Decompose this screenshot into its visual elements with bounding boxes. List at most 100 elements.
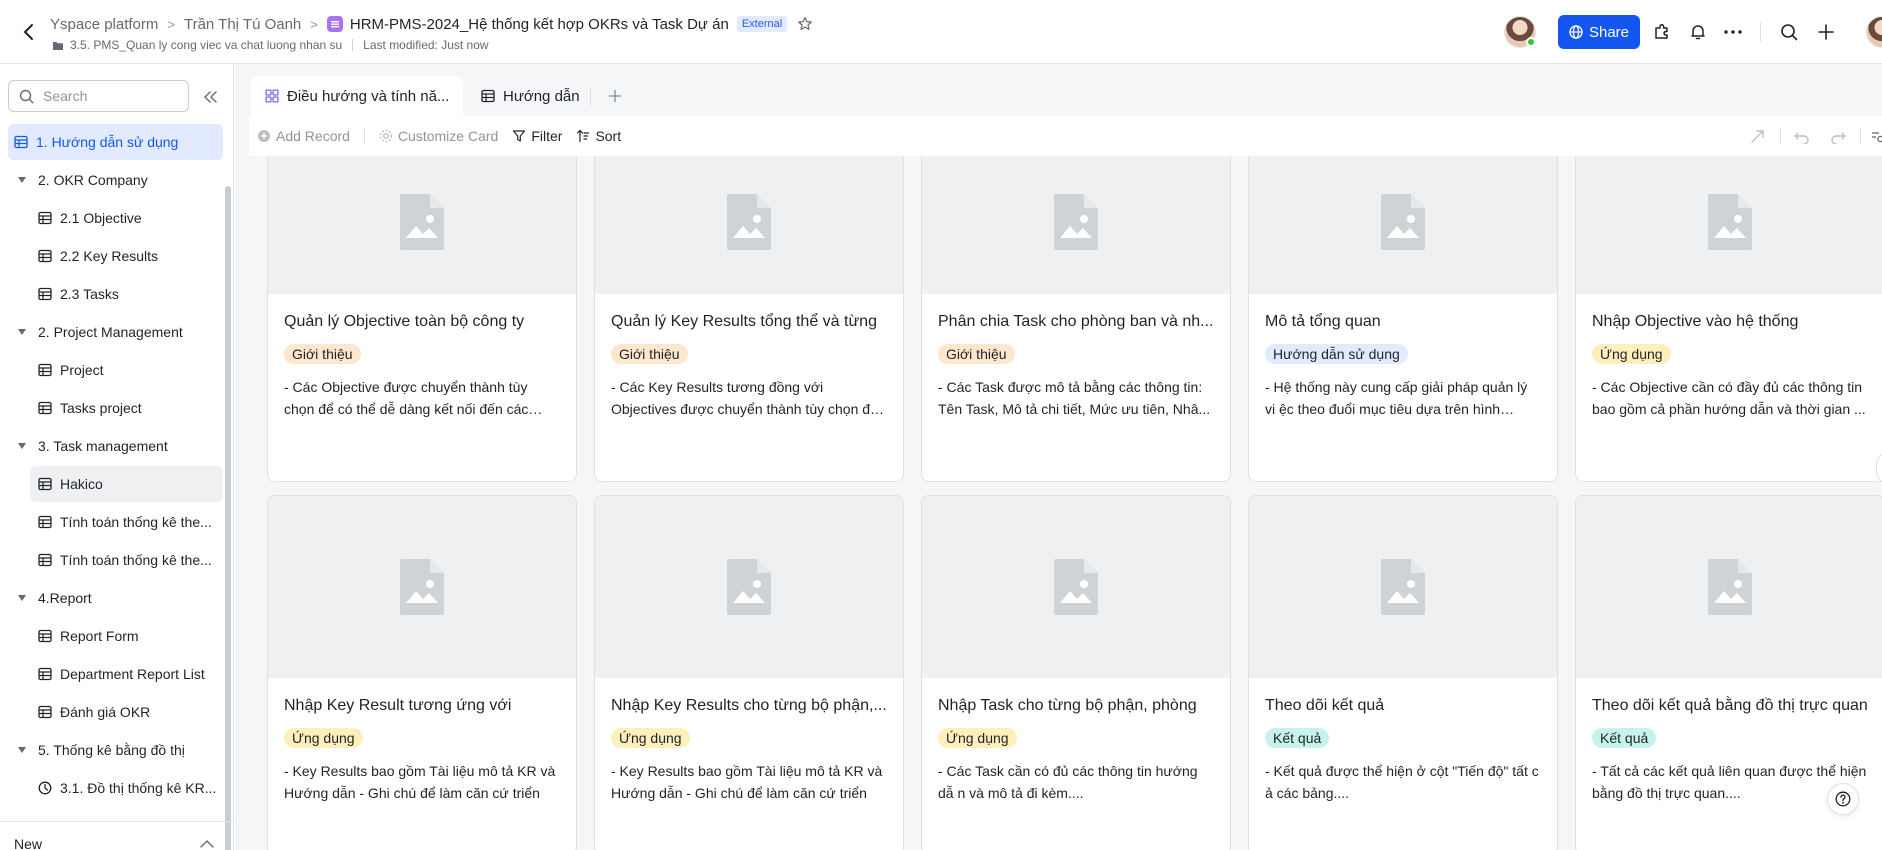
sidebar-folder-project-management[interactable]: 2. Project Management bbox=[8, 314, 223, 350]
card-cover bbox=[268, 156, 576, 294]
sidebar-item-label: Project bbox=[60, 362, 104, 378]
add-record-button[interactable]: Add Record bbox=[257, 128, 350, 144]
question-icon bbox=[1835, 791, 1851, 807]
sidebar-item-thong-ke-2[interactable]: Tính toán thống kê the... bbox=[8, 542, 223, 578]
record-card[interactable]: Phân chia Task cho phòng ban và nh... Gi… bbox=[921, 156, 1231, 482]
undo-icon[interactable] bbox=[1793, 128, 1811, 146]
doc-title-text: HRM-PMS-2024_Hệ thống kết hợp OKRs và Ta… bbox=[349, 15, 729, 33]
more-icon[interactable] bbox=[1721, 20, 1745, 44]
caret-down-icon[interactable] bbox=[16, 440, 28, 452]
caret-down-icon[interactable] bbox=[16, 174, 28, 186]
sidebar-folder-thong-ke-do-thi[interactable]: 5. Thống kê bằng đồ thị bbox=[8, 732, 223, 768]
sidebar-item-key-results[interactable]: 2.2 Key Results bbox=[8, 238, 223, 274]
card-cover bbox=[922, 496, 1230, 678]
add-view-button[interactable] bbox=[605, 86, 625, 106]
star-icon[interactable] bbox=[797, 16, 813, 32]
doc-title[interactable]: HRM-PMS-2024_Hệ thống kết hợp OKRs và Ta… bbox=[326, 15, 729, 33]
sidebar-item-thong-ke-1[interactable]: Tính toán thống kê the... bbox=[8, 504, 223, 540]
redo-icon[interactable] bbox=[1829, 128, 1847, 146]
plus-icon bbox=[609, 90, 621, 102]
search-input[interactable]: Search bbox=[8, 80, 189, 112]
sidebar-item-tasks[interactable]: 2.3 Tasks bbox=[8, 276, 223, 312]
record-card[interactable]: Theo dõi kết quả Kết quả - Kết quả được … bbox=[1248, 495, 1558, 850]
card-title: Mô tả tổng quan bbox=[1265, 313, 1381, 330]
search-records-icon[interactable] bbox=[1869, 128, 1882, 146]
customize-card-label: Customize Card bbox=[397, 128, 499, 144]
sidebar-item-tasks-project[interactable]: Tasks project bbox=[8, 390, 223, 426]
caret-down-icon[interactable] bbox=[16, 326, 28, 338]
divider bbox=[1860, 128, 1861, 144]
card-description: - Key Results bao gồm Tài liệu mô tả KR … bbox=[284, 763, 556, 801]
customize-card-button[interactable]: Customize Card bbox=[379, 128, 498, 144]
image-placeholder-icon bbox=[727, 193, 771, 250]
caret-down-icon[interactable] bbox=[16, 592, 28, 604]
divider bbox=[363, 128, 365, 144]
folder-path[interactable]: 3.5. PMS_Quan ly cong viec va chat luong… bbox=[70, 38, 342, 52]
bell-icon[interactable] bbox=[1686, 20, 1710, 44]
record-card[interactable]: Quản lý Key Results tổng thể và từng Giớ… bbox=[594, 156, 904, 482]
record-card[interactable]: Nhập Key Result tương ứng với Ứng dụng -… bbox=[267, 495, 577, 850]
sidebar-item-label: Tính toán thống kê the... bbox=[60, 552, 212, 568]
filter-button[interactable]: Filter bbox=[512, 128, 562, 144]
new-section-toggle[interactable]: New bbox=[14, 834, 214, 850]
breadcrumb-item[interactable]: Trần Thị Tú Oanh bbox=[184, 16, 301, 33]
tab-huong-dan[interactable]: Hướng dẫn bbox=[467, 76, 594, 116]
sidebar-item-hakico[interactable]: Hakico bbox=[30, 466, 223, 502]
card-description: - Các Key Results tương đồng với Objecti… bbox=[611, 379, 878, 417]
sidebar-item-department-report[interactable]: Department Report List bbox=[8, 656, 223, 692]
sidebar-item-objective[interactable]: 2.1 Objective bbox=[8, 200, 223, 236]
search-icon[interactable] bbox=[1777, 20, 1801, 44]
online-indicator bbox=[1526, 37, 1536, 47]
card-tag: Ứng dụng bbox=[938, 728, 1017, 748]
card-description: - Các Objective được chuyển thành tùy ch… bbox=[284, 379, 529, 417]
image-placeholder-icon bbox=[1381, 193, 1425, 250]
user-avatar[interactable] bbox=[1866, 16, 1882, 48]
tab-gallery-view[interactable]: Điều hướng và tính nă... bbox=[251, 76, 464, 116]
sidebar-item-danh-gia-okr[interactable]: Đánh giá OKR bbox=[8, 694, 223, 730]
sidebar-item-report-form[interactable]: Report Form bbox=[8, 618, 223, 654]
sidebar-item-do-thi-kr[interactable]: 3.1. Đồ thị thống kê KR... bbox=[8, 770, 223, 806]
help-button[interactable] bbox=[1827, 783, 1859, 815]
image-placeholder-icon bbox=[1381, 559, 1425, 615]
card-description: - Kết quả được thể hiện ở cột "Tiến độ" … bbox=[1265, 763, 1539, 801]
add-record-label: Add Record bbox=[276, 128, 350, 144]
sidebar-item-huong-dan[interactable]: 1. Hướng dẫn sử dụng bbox=[8, 124, 223, 160]
image-placeholder-icon bbox=[1054, 193, 1098, 250]
table-icon bbox=[38, 287, 52, 301]
sidebar-item-label: 2. Project Management bbox=[38, 324, 183, 340]
collaborator-avatar[interactable] bbox=[1504, 16, 1536, 48]
base-doc-icon bbox=[326, 16, 343, 32]
collapse-sidebar-icon[interactable] bbox=[202, 88, 220, 106]
new-label: New bbox=[14, 836, 43, 850]
sidebar-scrollbar[interactable] bbox=[225, 186, 231, 850]
back-button[interactable] bbox=[14, 18, 42, 46]
table-icon bbox=[38, 553, 52, 567]
record-card[interactable]: Quản lý Objective toàn bộ công ty Giới t… bbox=[267, 156, 577, 482]
share-button[interactable]: Share bbox=[1558, 15, 1640, 49]
sidebar-item-project[interactable]: Project bbox=[8, 352, 223, 388]
image-placeholder-icon bbox=[727, 559, 771, 615]
doc-meta: 3.5. PMS_Quan ly cong viec va chat luong… bbox=[52, 38, 489, 52]
breadcrumb-item[interactable]: Yspace platform bbox=[50, 16, 158, 33]
sidebar-folder-report[interactable]: 4.Report bbox=[8, 580, 223, 616]
image-placeholder-icon bbox=[400, 193, 444, 250]
card-cover bbox=[922, 156, 1230, 294]
chevron-right-icon: > bbox=[167, 16, 175, 32]
table-icon bbox=[38, 401, 52, 415]
globe-icon bbox=[1569, 25, 1583, 39]
sidebar-item-label: 5. Thống kê bằng đồ thị bbox=[38, 742, 185, 758]
card-description: - Các Task được mô tả bằng các thông tin… bbox=[938, 379, 1211, 417]
record-card[interactable]: Nhập Task cho từng bộ phận, phòng Ứng dụ… bbox=[921, 495, 1231, 850]
record-card[interactable]: Nhập Key Results cho từng bộ phận,... Ứn… bbox=[594, 495, 904, 850]
share-view-icon[interactable] bbox=[1749, 128, 1767, 146]
sort-button[interactable]: Sort bbox=[576, 128, 621, 144]
sidebar-folder-okr-company[interactable]: 2. OKR Company bbox=[8, 162, 223, 198]
record-card[interactable]: Nhập Objective vào hệ thống Ứng dụng - C… bbox=[1575, 156, 1882, 482]
sidebar-folder-task-management[interactable]: 3. Task management bbox=[8, 428, 223, 464]
record-card[interactable]: Mô tả tổng quan Hướng dẫn sử dụng - Hệ t… bbox=[1248, 156, 1558, 482]
plugin-icon[interactable] bbox=[1650, 20, 1674, 44]
plus-icon[interactable] bbox=[1814, 20, 1838, 44]
card-tag: Giới thiệu bbox=[284, 344, 361, 364]
caret-down-icon[interactable] bbox=[16, 744, 28, 756]
sidebar-item-label: Tasks project bbox=[60, 400, 142, 416]
